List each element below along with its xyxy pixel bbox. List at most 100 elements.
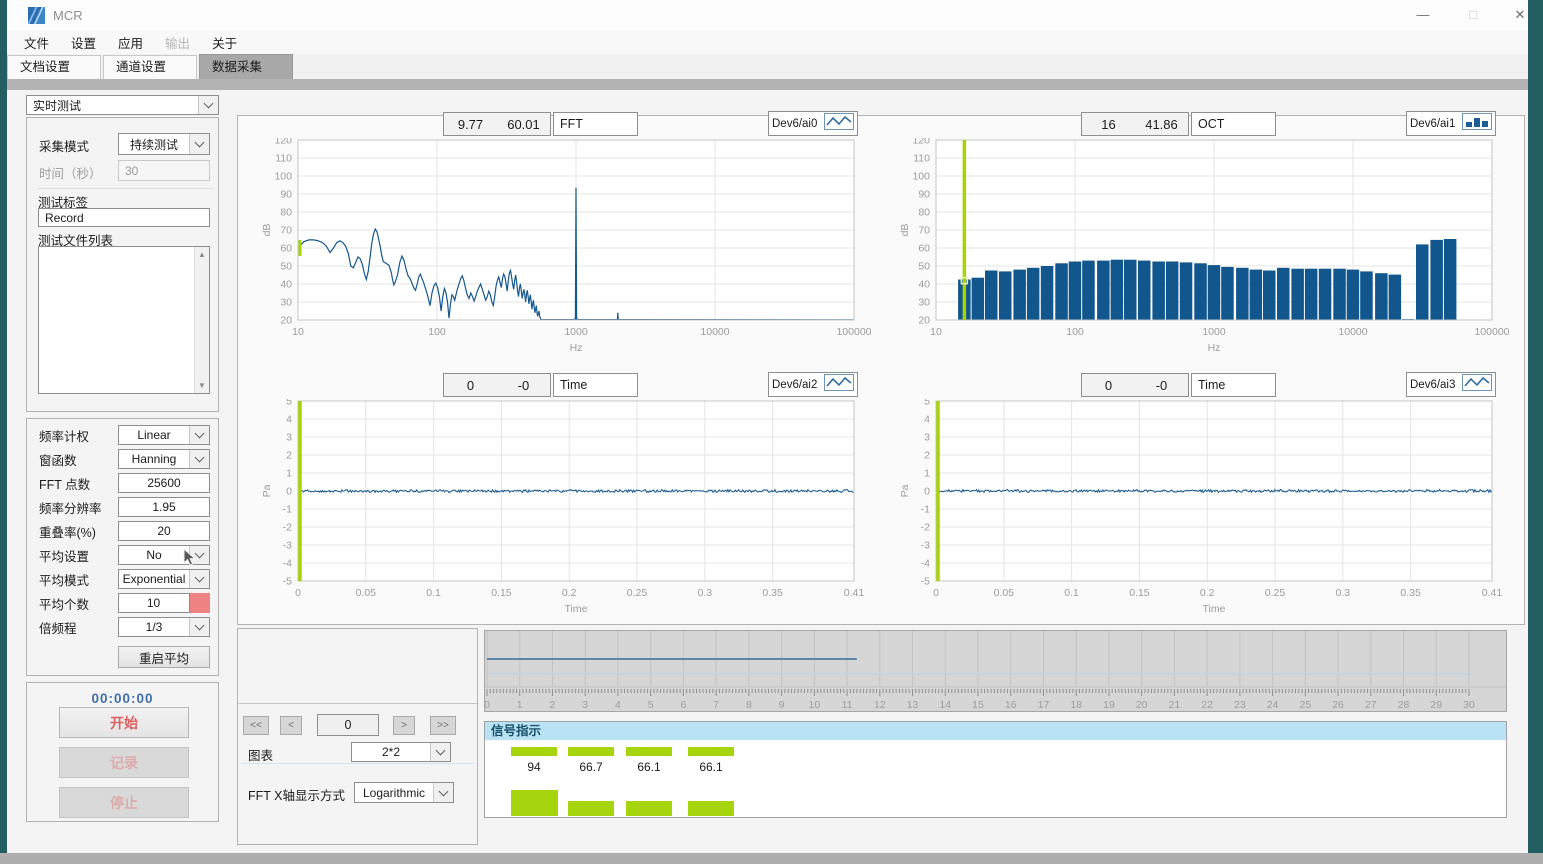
time-label: 时间（秒） [39,163,102,182]
svg-text:40: 40 [280,279,292,291]
pager-first-button[interactable]: << [243,716,269,735]
signal-indicator-panel: 信号指示 94 66.7 66.1 66.1 [484,721,1507,818]
pager-prev-button[interactable]: < [280,716,302,735]
menu-output: 输出 [154,33,201,52]
param-row: 窗函数 Hanning [27,447,218,471]
time-ai2-plot[interactable]: -5-4-3-2-101234500.050.10.150.20.250.30.… [240,399,878,625]
menu-bar: 文件 设置 应用 输出 关于 [7,30,1528,54]
time-ai2-cursor-readout: 0-0 [443,373,551,397]
chevron-down-icon[interactable] [189,426,209,444]
svg-text:100000: 100000 [836,326,871,338]
oct-channel-selector[interactable]: Dev6/ai1 [1406,111,1496,136]
param-label: 窗函数 [39,450,118,469]
svg-text:0.15: 0.15 [491,587,512,599]
svg-text:3: 3 [582,699,588,711]
svg-text:-1: -1 [921,504,930,516]
window-function-select[interactable]: Hanning [118,449,210,469]
signal-level-bar [511,747,557,756]
maximize-button[interactable]: □ [1458,0,1488,30]
svg-text:90: 90 [918,189,930,201]
pager-last-button[interactable]: >> [430,716,456,735]
fft-plot[interactable]: 2030405060708090100110120101001000100001… [240,138,878,364]
start-button[interactable]: 开始 [59,707,189,738]
chart-layout-select[interactable]: 2*2 [351,742,451,762]
tab-document-settings[interactable]: 文档设置 [7,55,101,79]
close-button[interactable]: ✕ [1505,0,1535,30]
fft-points-input[interactable]: 25600 [118,473,210,493]
svg-text:26: 26 [1332,699,1344,711]
svg-text:1: 1 [924,468,930,480]
fft-xaxis-label: FFT X轴显示方式 [248,785,345,804]
scroll-up-icon[interactable]: ▲ [195,247,209,262]
tab-channel-settings[interactable]: 通道设置 [103,55,197,79]
menu-application[interactable]: 应用 [107,33,154,52]
fft-xaxis-select[interactable]: Logarithmic [354,782,454,803]
svg-text:20: 20 [280,315,292,327]
acq-mode-select[interactable]: 持续测试 [118,133,210,155]
stop-button[interactable]: 停止 [59,787,189,818]
chevron-down-icon[interactable] [198,96,218,114]
test-file-list[interactable]: ▲ ▼ [38,246,210,394]
minimize-button[interactable]: — [1408,0,1438,30]
svg-text:21: 21 [1169,699,1181,711]
svg-text:30: 30 [918,297,930,309]
time-ai3-plot[interactable]: -5-4-3-2-101234500.050.10.150.20.250.30.… [878,399,1516,625]
svg-text:120: 120 [912,138,930,147]
time-ai2-channel-selector[interactable]: Dev6/ai2 [768,372,858,397]
menu-file[interactable]: 文件 [13,33,60,52]
fft-params-group: 频率计权 Linear 窗函数 Hanning FFT 点数 25600 频率分… [26,418,219,676]
param-row: 平均模式 Exponential [27,567,218,591]
svg-text:29: 29 [1430,699,1442,711]
chevron-down-icon[interactable] [189,618,209,636]
restart-average-button[interactable]: 重启平均 [118,646,210,668]
time-input[interactable]: 30 [118,160,210,181]
svg-text:0.41: 0.41 [844,587,865,599]
list-scrollbar[interactable]: ▲ ▼ [194,247,209,393]
svg-text:0: 0 [286,486,292,498]
svg-text:18: 18 [1070,699,1082,711]
param-row: 频率分辨率 1.95 [27,495,218,519]
tab-data-acquisition[interactable]: 数据采集 [199,54,293,79]
svg-text:25: 25 [1299,699,1311,711]
svg-text:2: 2 [286,450,292,462]
mouse-cursor [183,548,197,568]
freq-weighting-select[interactable]: Linear [118,425,210,445]
freq-resolution-input[interactable]: 1.95 [118,497,210,517]
fft-type-input[interactable]: FFT [553,112,638,136]
svg-text:0.35: 0.35 [762,587,783,599]
chevron-down-icon[interactable] [189,570,209,588]
scroll-down-icon[interactable]: ▼ [195,378,209,393]
separator [37,188,213,189]
chevron-down-icon[interactable] [433,783,453,802]
svg-text:20: 20 [918,315,930,327]
menu-about[interactable]: 关于 [201,33,248,52]
svg-text:100: 100 [1066,326,1084,338]
time-ai3-type-input[interactable]: Time [1191,373,1276,397]
menu-settings[interactable]: 设置 [60,33,107,52]
svg-text:-3: -3 [921,540,930,552]
oct-cursor-readout: 1641.86 [1081,112,1189,136]
chevron-down-icon[interactable] [189,134,209,154]
signal-level-value: 66.1 [688,760,734,774]
oct-type-input[interactable]: OCT [1191,112,1276,136]
octave-select[interactable]: 1/3 [118,617,210,637]
svg-text:Time: Time [565,603,588,615]
time-ai3-channel-selector[interactable]: Dev6/ai3 [1406,372,1496,397]
chevron-down-icon[interactable] [430,743,450,761]
chevron-down-icon[interactable] [189,450,209,468]
test-tag-input[interactable]: Record [38,208,210,227]
test-mode-select[interactable]: 实时测试 [26,95,219,115]
svg-text:60: 60 [918,243,930,255]
pager-value[interactable]: 0 [317,714,379,736]
fft-channel-selector[interactable]: Dev6/ai0 [768,111,858,136]
overlap-input[interactable]: 20 [118,521,210,541]
oct-plot[interactable]: 2030405060708090100110120101001000100001… [878,138,1516,364]
svg-text:20: 20 [1136,699,1148,711]
pager-next-button[interactable]: > [393,716,415,735]
svg-text:90: 90 [280,189,292,201]
time-ai2-type-input[interactable]: Time [553,373,638,397]
record-button[interactable]: 记录 [59,747,189,778]
signal-level-bar [688,747,734,756]
average-mode-select[interactable]: Exponential [118,569,210,589]
waveform-icon [824,374,854,396]
